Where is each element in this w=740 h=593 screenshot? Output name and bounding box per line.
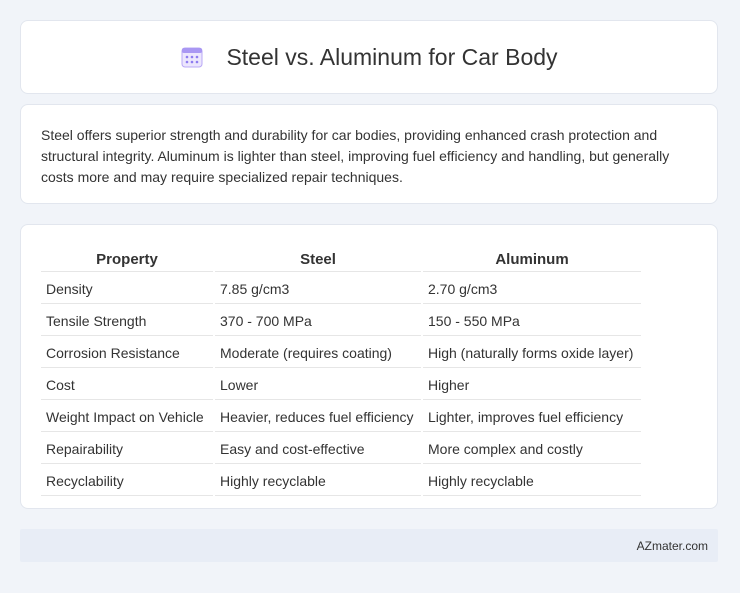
property-cell: Repairability — [41, 434, 213, 464]
table-row: Repairability Easy and cost-effective Mo… — [41, 434, 641, 464]
steel-cell: Moderate (requires coating) — [215, 338, 421, 368]
table-header-row: Property Steel Aluminum — [41, 245, 641, 272]
aluminum-cell: More complex and costly — [423, 434, 641, 464]
aluminum-cell: High (naturally forms oxide layer) — [423, 338, 641, 368]
comparison-table: Property Steel Aluminum Density 7.85 g/c… — [39, 243, 643, 498]
property-cell: Density — [41, 274, 213, 304]
steel-cell: Lower — [215, 370, 421, 400]
steel-cell: 7.85 g/cm3 — [215, 274, 421, 304]
table-row: Corrosion Resistance Moderate (requires … — [41, 338, 641, 368]
header-property: Property — [41, 245, 213, 272]
property-cell: Corrosion Resistance — [41, 338, 213, 368]
title-wrap: Steel vs. Aluminum for Car Body — [180, 43, 558, 71]
summary-card: Steel offers superior strength and durab… — [20, 104, 718, 204]
table-row: Weight Impact on Vehicle Heavier, reduce… — [41, 402, 641, 432]
property-cell: Weight Impact on Vehicle — [41, 402, 213, 432]
aluminum-cell: 150 - 550 MPa — [423, 306, 641, 336]
steel-cell: Easy and cost-effective — [215, 434, 421, 464]
footer-site-link[interactable]: AZmater.com — [637, 539, 708, 553]
calendar-icon — [181, 47, 203, 68]
summary-text: Steel offers superior strength and durab… — [41, 127, 670, 185]
aluminum-cell: Lighter, improves fuel efficiency — [423, 402, 641, 432]
property-cell: Tensile Strength — [41, 306, 213, 336]
steel-cell: 370 - 700 MPa — [215, 306, 421, 336]
steel-cell: Highly recyclable — [215, 466, 421, 496]
table-row: Recyclability Highly recyclable Highly r… — [41, 466, 641, 496]
aluminum-cell: Higher — [423, 370, 641, 400]
aluminum-cell: 2.70 g/cm3 — [423, 274, 641, 304]
header-steel: Steel — [215, 245, 421, 272]
property-cell: Cost — [41, 370, 213, 400]
comparison-table-card: Property Steel Aluminum Density 7.85 g/c… — [20, 224, 718, 509]
footer-bar: AZmater.com — [20, 529, 718, 562]
table-row: Tensile Strength 370 - 700 MPa 150 - 550… — [41, 306, 641, 336]
table-row: Density 7.85 g/cm3 2.70 g/cm3 — [41, 274, 641, 304]
header-aluminum: Aluminum — [423, 245, 641, 272]
table-row: Cost Lower Higher — [41, 370, 641, 400]
title-card: Steel vs. Aluminum for Car Body — [20, 20, 718, 94]
aluminum-cell: Highly recyclable — [423, 466, 641, 496]
steel-cell: Heavier, reduces fuel efficiency — [215, 402, 421, 432]
property-cell: Recyclability — [41, 466, 213, 496]
page-title: Steel vs. Aluminum for Car Body — [226, 43, 558, 70]
